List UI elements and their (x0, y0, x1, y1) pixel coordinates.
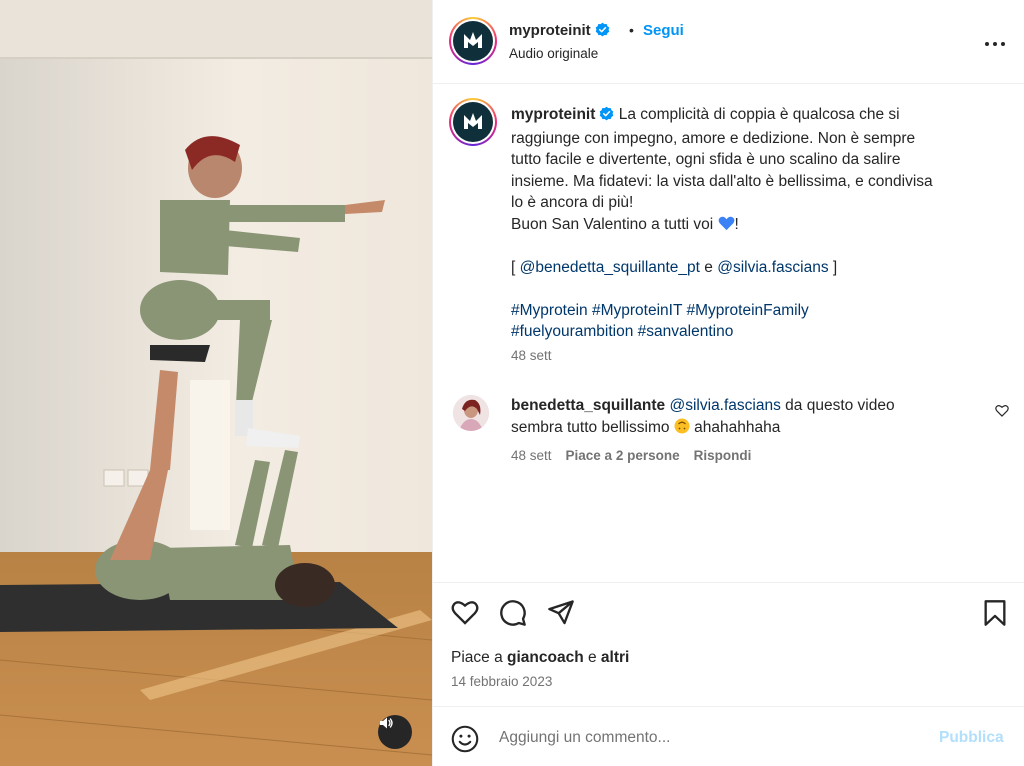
post-header: myproteinit • Segui Audio originale (433, 0, 1024, 84)
username-text[interactable]: myproteinit (509, 22, 591, 39)
caption-valentine-text: Buon San Valentino a tutti voi (511, 215, 718, 233)
likes-conjunction: e (583, 649, 601, 666)
mention-link[interactable]: @benedetta_squillante_pt (520, 259, 700, 276)
share-icon[interactable] (547, 599, 575, 628)
mute-button[interactable] (378, 715, 412, 749)
likes-prefix: Piace a (451, 649, 508, 666)
post-dialog: myproteinit • Segui Audio originale mypr… (0, 0, 1024, 766)
caption-line: lo è ancora di più! (511, 194, 634, 211)
add-comment-bar: Pubblica (433, 706, 1024, 766)
likes-user-link[interactable]: giancoach (507, 649, 584, 666)
post-video[interactable] (0, 0, 432, 766)
comment-body: benedetta_squillante @silvia.fascians da… (511, 395, 991, 438)
caption-mentions-line: [ @benedetta_squillante_pt e @silvia.fas… (511, 257, 1013, 279)
likes-others-link[interactable]: altri (601, 649, 629, 666)
comment-text: ahahahhaha (689, 418, 781, 436)
verified-badge-icon (595, 22, 610, 41)
conjunction-text: e (699, 258, 718, 276)
caption-valentine-line: Buon San Valentino a tutti voi ! (511, 214, 1013, 236)
verified-badge-icon (599, 106, 614, 128)
caption-line: La complicità di coppia è qualcosa che s… (618, 106, 900, 123)
mention-link[interactable]: @silvia.fascians (670, 397, 781, 414)
post-details-panel: myproteinit • Segui Audio originale mypr… (432, 0, 1024, 766)
comment-text: sembra tutto bellissimo (511, 418, 674, 436)
heart-icon[interactable] (451, 599, 479, 628)
emoji-icon[interactable] (451, 725, 479, 756)
comment-timestamp[interactable]: 48 sett (511, 448, 552, 463)
reply-button[interactable]: Rispondi (694, 448, 752, 463)
bracket-close: ] (828, 258, 838, 276)
comment-meta: 48 sett Piace a 2 persone Rispondi (511, 448, 751, 463)
more-options-icon (984, 34, 1006, 50)
separator-dot: • (629, 22, 634, 38)
post-caption: myproteinit La complicità di coppia è qu… (511, 104, 1013, 343)
caption-line: raggiunge con impegno, amore e dedizione… (511, 129, 916, 147)
video-frame-illustration (0, 0, 432, 766)
post-author-username[interactable]: myproteinit (509, 22, 610, 41)
mention-link[interactable]: @silvia.fascians (717, 259, 828, 276)
comment-like-heart-icon[interactable] (995, 404, 1009, 420)
blue-heart-emoji-icon (718, 216, 735, 233)
comment-username[interactable]: benedetta_squillante (511, 397, 665, 414)
caption-line: insieme. Ma fidatevi: la vista dall'alto… (511, 172, 933, 190)
caption-line: tutto facile e divertente, ogni sfida è … (511, 151, 901, 168)
comment-input[interactable] (499, 725, 919, 751)
profile-avatar[interactable] (449, 17, 497, 65)
commenter-avatar[interactable] (453, 395, 489, 431)
post-date: 14 febbraio 2023 (451, 674, 553, 689)
caption-timestamp[interactable]: 48 sett (511, 348, 552, 363)
myprotein-logo-icon (462, 30, 484, 53)
caption-author-avatar[interactable] (449, 98, 497, 146)
bracket-open: [ (511, 258, 520, 276)
comment-text: da questo video (780, 397, 895, 414)
myprotein-logo-icon (462, 111, 484, 134)
caption-valentine-end: ! (734, 215, 739, 233)
publish-button[interactable]: Pubblica (939, 729, 1004, 747)
follow-button[interactable]: Segui (643, 22, 684, 39)
comment-icon[interactable] (499, 599, 527, 630)
hashtags-line[interactable]: #fuelyourambition #sanvalentino (511, 321, 1013, 343)
caption-username[interactable]: myproteinit (511, 106, 595, 123)
post-actions: Piace a giancoach e altri 14 febbraio 20… (433, 582, 1024, 702)
bookmark-icon[interactable] (983, 599, 1007, 630)
hashtags-line[interactable]: #Myprotein #MyproteinIT #MyproteinFamily (511, 300, 1013, 322)
more-options-button[interactable] (981, 30, 1009, 54)
comment-likes-link[interactable]: Piace a 2 persone (566, 448, 680, 463)
original-audio-link[interactable]: Audio originale (509, 46, 598, 61)
likes-summary[interactable]: Piace a giancoach e altri (451, 649, 629, 667)
upside-down-face-emoji-icon (674, 418, 690, 436)
